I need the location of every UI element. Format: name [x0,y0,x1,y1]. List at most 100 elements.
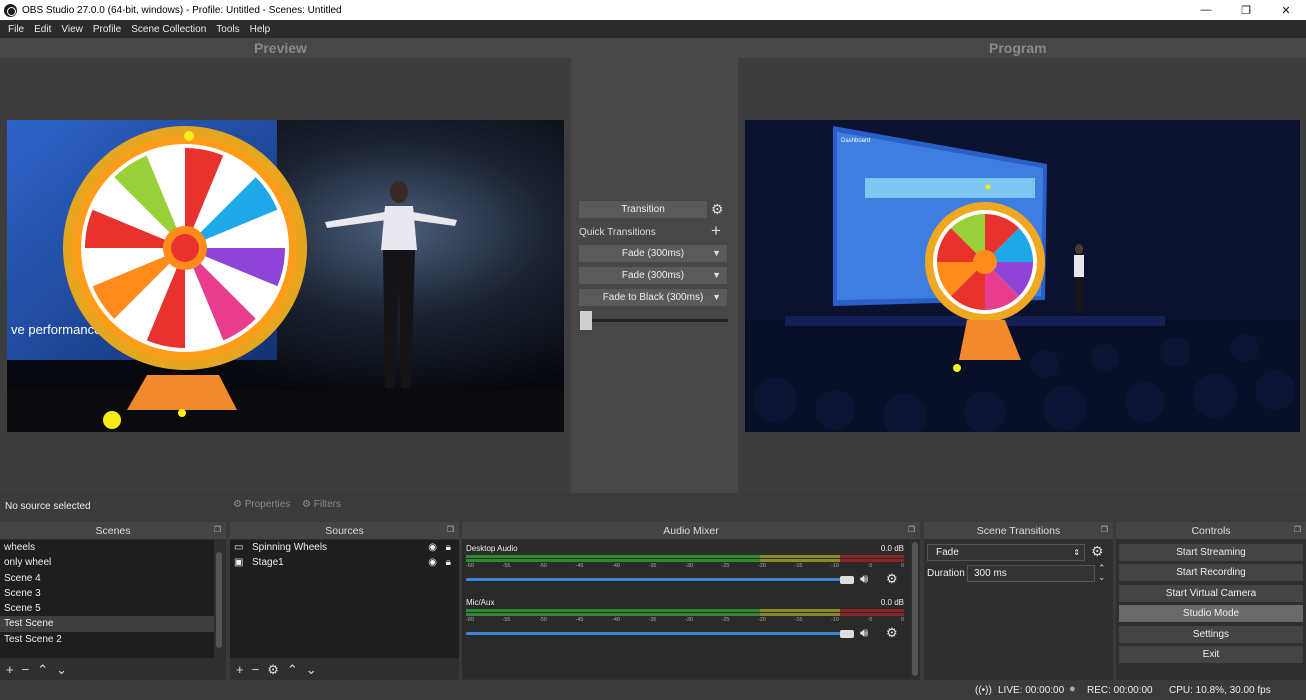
transition-button[interactable]: Transition [579,201,707,218]
undock-icon[interactable]: ❐ [214,525,221,534]
mic-volume-handle[interactable] [840,630,854,638]
settings-button[interactable]: Settings [1119,626,1303,643]
desktop-volume-slider[interactable] [466,578,850,581]
chevron-down-icon: ▼ [712,248,721,258]
preview-canvas[interactable]: ve performance [7,120,564,432]
menu-edit[interactable]: Edit [29,24,56,35]
scene-item[interactable]: Scene 5 [0,601,214,616]
quick-transition-3[interactable]: Fade to Black (300ms) ▼ [579,289,727,306]
minimize-button[interactable]: — [1186,0,1226,20]
gear-icon[interactable]: ⚙ [886,571,898,587]
quick-transition-2[interactable]: Fade (300ms) ▼ [579,267,727,284]
sources-list[interactable]: ▭ Spinning Wheels ◉ 🔒︎ ▣ Stage1 ◉ 🔒︎ [230,540,459,658]
window-title: OBS Studio 27.0.0 (64-bit, windows) - Pr… [22,4,342,16]
meter-yellow [760,555,840,558]
menu-help[interactable]: Help [245,24,276,35]
audio-mixer-scrollbar[interactable] [912,542,918,676]
channel-db: 0.0 dB [880,544,904,553]
scenes-list[interactable]: wheels only wheel Scene 4 Scene 3 Scene … [0,540,214,658]
filter-icon: ⚙ [302,499,311,510]
close-button[interactable]: ✕ [1266,0,1306,20]
duration-value: 300 ms [974,568,1007,579]
mic-volume-slider[interactable] [466,632,850,635]
obs-logo-icon [4,3,17,17]
scene-item[interactable]: only wheel [0,555,214,570]
filters-button[interactable]: ⚙ Filters [302,499,341,510]
move-down-icon[interactable]: ⌄ [56,662,67,678]
speaker-icon[interactable]: 🔊︎ [860,571,868,587]
duration-input[interactable]: 300 ms [967,565,1095,582]
restore-button[interactable]: ❐ [1226,0,1266,20]
visibility-eye-icon[interactable]: ◉ [428,555,437,570]
gear-icon[interactable]: ⚙ [267,662,279,678]
add-source-icon[interactable]: + [236,662,244,678]
program-label: Program [989,40,1047,56]
properties-button[interactable]: ⚙ Properties [233,499,290,510]
start-virtual-camera-button[interactable]: Start Virtual Camera [1119,585,1303,602]
speaker-icon[interactable]: 🔊︎ [860,625,868,641]
remove-source-icon[interactable]: − [252,662,260,678]
undock-icon[interactable]: ❐ [1294,525,1301,534]
tick-label: -40 [612,617,620,623]
menu-file[interactable]: File [3,24,29,35]
undock-icon[interactable]: ❐ [908,525,915,534]
transition-select[interactable]: Fade ⇕ [927,544,1085,561]
chevron-down-icon: ▼ [712,292,721,302]
program-screen-title: Dashboard [841,138,870,144]
scene-transitions-header: Scene Transitions ❐ [924,522,1113,539]
undock-icon[interactable]: ❐ [1101,525,1108,534]
source-item[interactable]: ▭ Spinning Wheels ◉ 🔒︎ [230,540,459,555]
move-down-icon[interactable]: ⌄ [306,662,317,678]
tick-label: -10 [831,563,839,569]
source-toolbar: No source selected ⚙ Properties ⚙ Filter… [0,493,1306,520]
scenes-scrollbar[interactable] [216,552,222,648]
scene-item[interactable]: Test Scene 2 [0,632,214,647]
start-streaming-button[interactable]: Start Streaming [1119,544,1303,561]
quick-transition-3-label: Fade to Black (300ms) [602,292,704,303]
remove-scene-icon[interactable]: − [22,662,30,678]
add-quick-transition-icon[interactable]: + [711,221,721,241]
channel-name: Desktop Audio [466,544,518,553]
exit-button[interactable]: Exit [1119,646,1303,663]
scene-item[interactable]: Scene 4 [0,571,214,586]
preview-screen-text: ve performance [11,322,101,337]
menu-view[interactable]: View [56,24,88,35]
transition-settings-gear-icon[interactable]: ⚙ [711,201,724,218]
channel-db: 0.0 dB [880,598,904,607]
source-item[interactable]: ▣ Stage1 ◉ 🔒︎ [230,555,459,570]
scene-item[interactable]: Scene 3 [0,586,214,601]
add-scene-icon[interactable]: + [6,662,14,678]
t-bar-track[interactable] [583,319,728,322]
studio-mode-button[interactable]: Studio Mode [1119,605,1303,622]
lock-icon[interactable]: 🔒︎ [446,555,451,570]
undock-icon[interactable]: ❐ [447,525,454,534]
monitor-icon: ▭ [234,542,244,553]
desktop-volume-handle[interactable] [840,576,854,584]
menu-tools[interactable]: Tools [211,24,244,35]
gear-icon: ⚙ [233,499,242,510]
quick-transition-1[interactable]: Fade (300ms) ▼ [579,245,727,262]
t-bar-handle[interactable] [580,311,592,330]
duration-stepper-icon[interactable]: ⌃ ⌄ [1098,564,1106,582]
gear-icon[interactable]: ⚙ [1091,543,1104,560]
gear-icon[interactable]: ⚙ [886,625,898,641]
preview-image: ve performance [7,120,564,432]
menu-scene-collection[interactable]: Scene Collection [126,24,211,35]
transition-select-value: Fade [936,547,959,558]
move-up-icon[interactable]: ⌃ [287,662,298,678]
live-broadcast-icon: ((•)) [975,685,992,696]
audio-mixer-dock: Audio Mixer ❐ Desktop Audio 0.0 dB -60 -5… [462,522,920,680]
menu-profile[interactable]: Profile [88,24,126,35]
lock-icon[interactable]: 🔒︎ [446,540,451,555]
title-bar: OBS Studio 27.0.0 (64-bit, windows) - Pr… [0,0,1306,20]
scene-item-selected[interactable]: Test Scene [0,616,214,632]
tick-label: -40 [612,563,620,569]
start-recording-button[interactable]: Start Recording [1119,564,1303,581]
move-up-icon[interactable]: ⌃ [37,662,48,678]
source-name: Spinning Wheels [252,542,328,553]
tick-label: -20 [758,563,766,569]
visibility-eye-icon[interactable]: ◉ [428,540,437,555]
no-source-label: No source selected [5,501,91,512]
scene-item[interactable]: wheels [0,540,214,555]
tick-label: 0 [900,617,904,623]
